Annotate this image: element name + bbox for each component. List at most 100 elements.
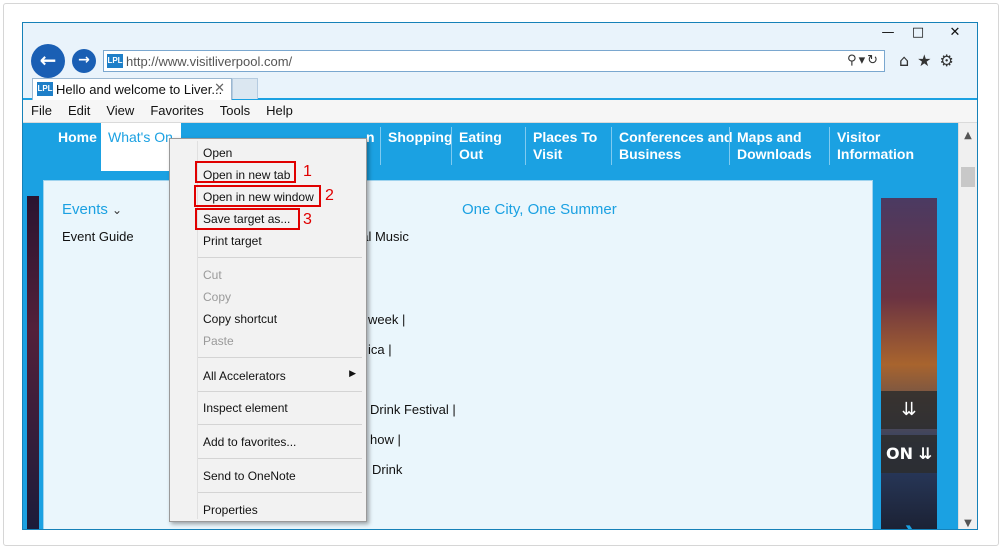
nav-conferences[interactable]: Conferences and Business bbox=[619, 129, 733, 163]
address-actions: ⚲▾↻ bbox=[847, 53, 880, 68]
event-guide-link[interactable]: Event Guide bbox=[62, 229, 134, 244]
nav-places-line1: Places To bbox=[533, 129, 598, 145]
address-url[interactable]: http://www.visitliverpool.com/ bbox=[126, 54, 292, 69]
nav-home[interactable]: Home bbox=[58, 129, 97, 146]
event-link[interactable]: week | bbox=[368, 312, 405, 327]
event-link[interactable]: Drink Festival | bbox=[370, 402, 456, 417]
minimize-icon[interactable]: — bbox=[873, 23, 903, 43]
menu-divider bbox=[198, 357, 362, 358]
banner-text: ON bbox=[886, 444, 913, 463]
menu-open[interactable]: Open bbox=[203, 146, 232, 160]
nav-visitor-info[interactable]: Visitor Information bbox=[837, 129, 914, 163]
site-favicon: LPL bbox=[107, 54, 123, 68]
banner-overlay[interactable]: ON ⇊ bbox=[881, 435, 937, 473]
close-icon[interactable]: ✕ bbox=[933, 23, 977, 43]
menu-send-to-onenote[interactable]: Send to OneNote bbox=[203, 469, 296, 483]
menu-divider bbox=[198, 257, 362, 258]
dropdown-icon[interactable]: ▾ bbox=[859, 53, 868, 68]
tab-close-icon[interactable]: ✕ bbox=[214, 81, 225, 96]
menu-print-target[interactable]: Print target bbox=[203, 234, 262, 248]
refresh-icon[interactable]: ↻ bbox=[867, 53, 880, 68]
event-link[interactable]: ica | bbox=[368, 342, 392, 357]
content-heading: One City, One Summer bbox=[462, 201, 617, 218]
menu-paste: Paste bbox=[203, 334, 234, 348]
browser-tab[interactable]: LPL Hello and welcome to Liver... ✕ bbox=[32, 78, 232, 100]
annotation-3: 3 bbox=[303, 211, 312, 228]
menu-divider bbox=[198, 492, 362, 493]
content-panel: Events ⌄ Event Guide One City, One Summe… bbox=[43, 180, 873, 529]
menu-properties[interactable]: Properties bbox=[203, 503, 258, 517]
menu-help[interactable]: Help bbox=[258, 100, 301, 122]
nav-conf-line1: Conferences and bbox=[619, 129, 733, 145]
nav-separator bbox=[525, 127, 526, 165]
scroll-thumb[interactable] bbox=[961, 167, 975, 187]
highlight-box-2 bbox=[194, 185, 321, 207]
events-dropdown[interactable]: Events ⌄ bbox=[62, 201, 122, 218]
favorites-star-icon[interactable]: ★ bbox=[917, 51, 931, 70]
menu-copy-shortcut[interactable]: Copy shortcut bbox=[203, 312, 277, 326]
annotation-2: 2 bbox=[325, 187, 334, 204]
nav-separator bbox=[451, 127, 452, 165]
new-tab-button[interactable] bbox=[232, 78, 258, 99]
web-page: Home What's On n Shopping Eating Out Plac… bbox=[23, 123, 958, 529]
browser-window: — □ ✕ ← → LPL http://www.visitliverpool.… bbox=[22, 22, 978, 530]
menu-divider bbox=[198, 391, 362, 392]
nav-shopping[interactable]: Shopping bbox=[388, 129, 453, 146]
highlight-box-3 bbox=[195, 208, 300, 230]
menu-edit[interactable]: Edit bbox=[60, 100, 98, 122]
menu-divider bbox=[198, 424, 362, 425]
chevron-down-icon[interactable]: ⇊ bbox=[881, 391, 937, 429]
event-link[interactable]: how | bbox=[370, 432, 401, 447]
menu-tools[interactable]: Tools bbox=[212, 100, 258, 122]
browser-tools: ⌂ ★ ⚙ bbox=[899, 51, 954, 70]
left-banner-image bbox=[27, 196, 39, 529]
nav-separator bbox=[829, 127, 830, 165]
forward-icon[interactable]: → bbox=[72, 49, 96, 73]
scroll-up-icon[interactable]: ▲ bbox=[959, 127, 977, 144]
nav-partial[interactable]: n bbox=[366, 129, 375, 146]
menu-view[interactable]: View bbox=[98, 100, 142, 122]
menu-file[interactable]: File bbox=[23, 100, 60, 122]
nav-eating-out[interactable]: Eating Out bbox=[459, 129, 502, 163]
tab-title: Hello and welcome to Liver... bbox=[56, 82, 223, 97]
nav-visitor-line1: Visitor bbox=[837, 129, 881, 145]
home-icon[interactable]: ⌂ bbox=[899, 51, 909, 70]
site-nav: Home What's On n Shopping Eating Out Plac… bbox=[23, 123, 958, 171]
browser-chrome: — □ ✕ ← → LPL http://www.visitliverpool.… bbox=[23, 23, 977, 100]
annotation-1: 1 bbox=[303, 163, 312, 180]
menu-cut: Cut bbox=[203, 268, 222, 282]
maximize-icon[interactable]: □ bbox=[903, 23, 933, 43]
scroll-down-icon[interactable]: ▼ bbox=[959, 515, 977, 529]
right-banner-image bbox=[881, 198, 937, 529]
chevron-right-icon[interactable]: ❯ bbox=[903, 515, 918, 529]
nav-maps-line2: Downloads bbox=[737, 146, 812, 162]
nav-places-to-visit[interactable]: Places To Visit bbox=[533, 129, 597, 163]
gear-icon[interactable]: ⚙ bbox=[940, 51, 954, 70]
nav-conf-line2: Business bbox=[619, 146, 682, 162]
nav-separator bbox=[729, 127, 730, 165]
nav-places-line2: Visit bbox=[533, 146, 563, 162]
menu-favorites[interactable]: Favorites bbox=[142, 100, 211, 122]
event-link[interactable]: Drink bbox=[372, 462, 402, 477]
events-label: Events bbox=[62, 201, 108, 218]
menu-bar: File Edit View Favorites Tools Help bbox=[23, 100, 977, 123]
vertical-scrollbar[interactable]: ▲ ▼ bbox=[958, 123, 977, 529]
submenu-arrow-icon: ▶ bbox=[349, 369, 356, 379]
menu-all-accelerators[interactable]: All Accelerators bbox=[203, 369, 286, 383]
nav-maps-line1: Maps and bbox=[737, 129, 802, 145]
address-bar[interactable]: LPL http://www.visitliverpool.com/ ⚲▾↻ bbox=[103, 50, 885, 72]
menu-divider bbox=[198, 458, 362, 459]
nav-visitor-line2: Information bbox=[837, 146, 914, 162]
menu-inspect-element[interactable]: Inspect element bbox=[203, 401, 288, 415]
nav-separator bbox=[380, 127, 381, 165]
nav-eating-line1: Eating bbox=[459, 129, 502, 145]
menu-add-to-favorites[interactable]: Add to favorites... bbox=[203, 435, 296, 449]
search-icon[interactable]: ⚲ bbox=[847, 53, 859, 68]
window-controls: — □ ✕ bbox=[873, 23, 977, 43]
nav-separator bbox=[611, 127, 612, 165]
menu-copy: Copy bbox=[203, 290, 232, 304]
back-icon[interactable]: ← bbox=[31, 44, 65, 78]
chevron-down-icon: ⌄ bbox=[112, 203, 123, 217]
tab-favicon: LPL bbox=[37, 82, 53, 96]
nav-maps[interactable]: Maps and Downloads bbox=[737, 129, 812, 163]
